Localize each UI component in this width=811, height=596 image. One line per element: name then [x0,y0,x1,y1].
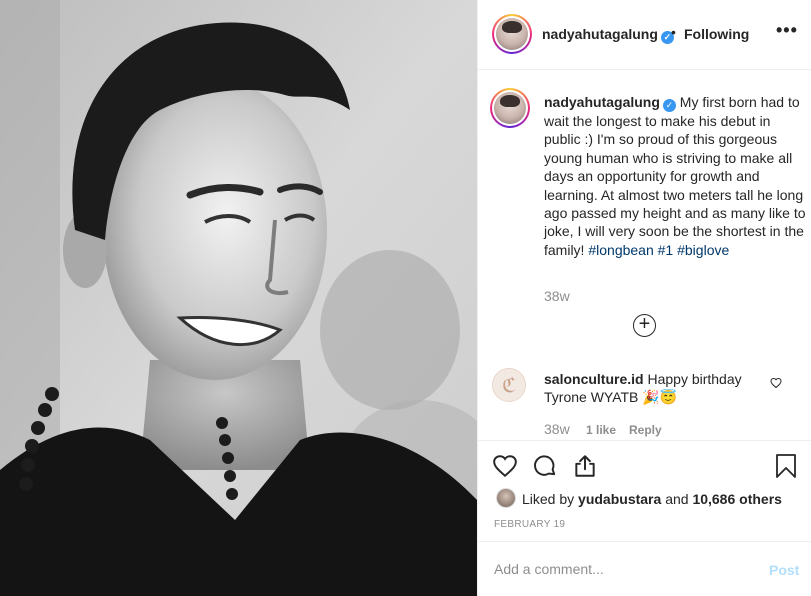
post-caption: nadyahutagalung ✓ My first born had to wa… [544,93,806,259]
caption-text: My first born had to wait the longest to… [544,94,806,258]
comment-username[interactable]: salonculture.id [544,371,644,387]
hashtag-biglove[interactable]: #biglove [677,242,729,258]
post-date[interactable]: FEBRUARY 19 [494,519,565,530]
author-avatar[interactable] [492,14,532,54]
comment-reply-button[interactable]: Reply [629,423,662,437]
following-button[interactable]: Following [684,26,749,42]
liker-username[interactable]: yudabustara [578,491,661,507]
post-photo[interactable] [0,0,477,596]
liker-avatar[interactable] [496,488,516,508]
commenter-avatar[interactable]: ℭ [492,368,526,402]
comment-bubble-icon[interactable] [532,453,558,479]
add-comment-bar: Post [478,541,811,596]
share-icon[interactable] [572,453,598,479]
post-actions: Liked by yudabustara and 10,686 others F… [478,440,811,540]
comment-timestamp[interactable]: 38w [544,421,570,437]
load-more-comments-icon[interactable]: + [633,314,656,337]
caption-timestamp[interactable]: 38w [544,288,570,304]
portrait-image [0,0,477,596]
author-username[interactable]: nadyahutagalung ✓ [542,26,674,44]
likes-summary: Liked by yudabustara and 10,686 others [522,491,782,507]
hashtag-1[interactable]: #1 [658,242,674,258]
post-comment-button[interactable]: Post [769,562,799,578]
post-header: nadyahutagalung ✓ • Following ••• [478,0,811,70]
caption-author-avatar[interactable] [490,88,530,128]
separator-dot: • [671,24,676,40]
hashtag-longbean[interactable]: #longbean [588,242,653,258]
caption-username[interactable]: nadyahutagalung [544,94,660,110]
more-options-icon[interactable]: ••• [776,20,798,41]
comment: salonculture.id Happy birthday Tyrone WY… [544,370,774,407]
likes-others-link[interactable]: 10,686 others [692,491,782,507]
comment-like-heart-icon[interactable] [770,377,782,389]
verified-badge-icon: ✓ [662,99,676,112]
comment-likes-count[interactable]: 1 like [586,423,616,437]
save-bookmark-icon[interactable] [774,453,798,479]
add-comment-input[interactable] [494,561,754,577]
like-heart-icon[interactable] [492,453,518,479]
post-sidebar: nadyahutagalung ✓ • Following ••• nadyahu… [477,0,811,596]
